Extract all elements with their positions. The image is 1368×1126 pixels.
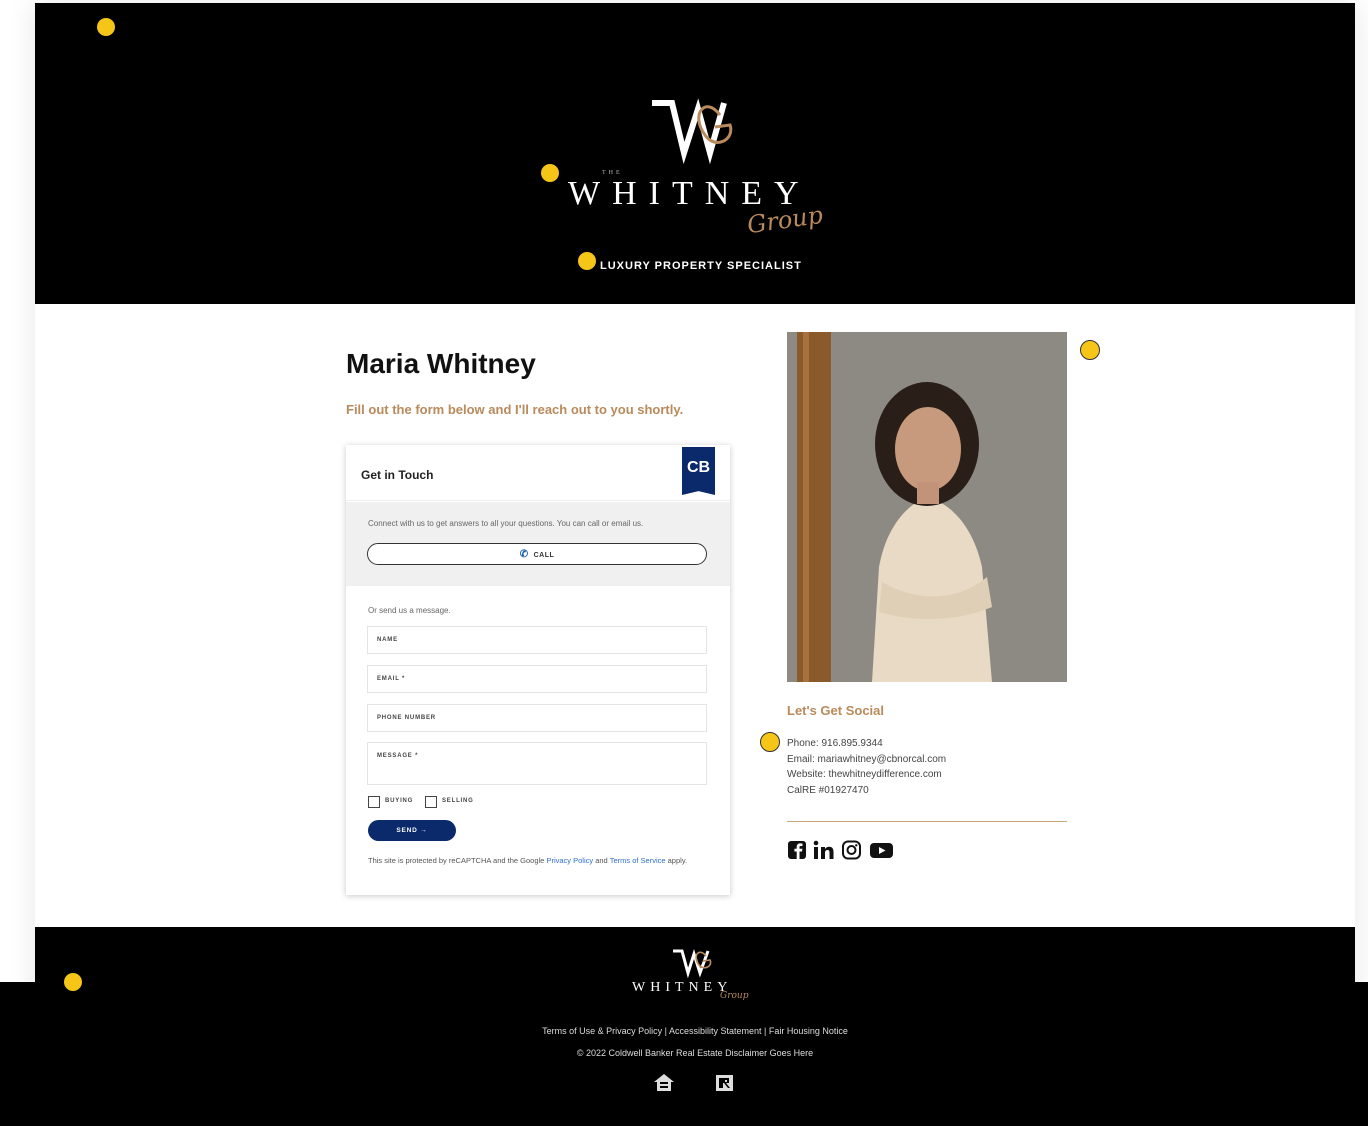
highlight-marker	[760, 732, 780, 752]
send-button[interactable]: SEND →	[368, 820, 456, 841]
call-prompt: Connect with us to get answers to all yo…	[368, 519, 644, 528]
email-field[interactable]: EMAIL *	[367, 665, 707, 693]
card-header: Get in Touch CB	[346, 445, 730, 501]
contact-info: Phone: 916.895.9344 Email: mariawhitney@…	[787, 736, 946, 798]
footer-links[interactable]: Terms of Use & Privacy Policy | Accessib…	[35, 1026, 1355, 1036]
send-label: SEND	[396, 827, 418, 834]
message-placeholder: MESSAGE *	[377, 753, 419, 759]
phone-text[interactable]: Phone: 916.895.9344	[787, 736, 946, 752]
footer-logo-wordmark: WHITNEY	[632, 980, 733, 995]
footer-icons	[650, 1072, 750, 1094]
linkedin-icon[interactable]	[813, 839, 835, 861]
intro-text: Fill out the form below and I'll reach o…	[346, 402, 684, 417]
legal-suffix: apply.	[667, 856, 688, 865]
agent-portrait	[787, 332, 1067, 682]
message-field[interactable]: MESSAGE *	[367, 742, 707, 785]
site-header: THE WHITNEY Group LUXURY PROPERTY SPECIA…	[35, 3, 1355, 304]
realtor-icon	[716, 1075, 733, 1091]
name-field[interactable]: NAME	[367, 626, 707, 654]
website-text[interactable]: Website: thewhitneydifference.com	[787, 767, 946, 783]
equal-housing-icon	[654, 1074, 674, 1091]
buying-label: BUYING	[385, 798, 414, 804]
youtube-icon[interactable]	[869, 839, 895, 861]
card-title: Get in Touch	[361, 468, 434, 482]
coldwell-banker-badge-icon: CB	[682, 447, 715, 495]
terms-of-service-link[interactable]: Terms of Service	[610, 856, 666, 865]
phone-placeholder: PHONE NUMBER	[377, 715, 436, 721]
buying-checkbox[interactable]	[368, 796, 380, 808]
name-placeholder: NAME	[377, 637, 398, 643]
email-placeholder: EMAIL *	[377, 676, 406, 682]
selling-label: SELLING	[442, 798, 474, 804]
email-text[interactable]: Email: mariawhitney@cbnorcal.com	[787, 752, 946, 768]
license-text: CalRE #01927470	[787, 784, 869, 796]
call-section: Connect with us to get answers to all yo…	[346, 502, 730, 586]
highlight-marker	[64, 973, 82, 991]
legal-and: and	[595, 856, 608, 865]
privacy-policy-link[interactable]: Privacy Policy	[546, 856, 593, 865]
legal-prefix: This site is protected by reCAPTCHA and …	[368, 856, 545, 865]
call-button[interactable]: ✆ CALL	[367, 543, 707, 565]
instagram-icon[interactable]	[841, 839, 863, 861]
divider	[787, 821, 1067, 822]
footer-copyright: © 2022 Coldwell Banker Real Estate Discl…	[576, 1048, 814, 1058]
recaptcha-notice: This site is protected by reCAPTCHA and …	[368, 854, 708, 868]
page-frame: THE WHITNEY Group LUXURY PROPERTY SPECIA…	[35, 3, 1355, 1126]
header-tagline: LUXURY PROPERTY SPECIALIST	[600, 260, 802, 272]
footer-logo-script: Group	[720, 991, 749, 1001]
call-label: CALL	[533, 552, 555, 559]
site-footer: WHITNEY Group Terms of Use & Privacy Pol…	[35, 927, 1355, 1126]
facebook-icon[interactable]	[787, 839, 809, 861]
phone-field[interactable]: PHONE NUMBER	[367, 704, 707, 732]
phone-icon: ✆	[519, 549, 529, 560]
message-prompt: Or send us a message.	[368, 606, 451, 615]
highlight-marker	[97, 18, 115, 36]
agent-name: Maria Whitney	[346, 348, 536, 379]
highlight-marker	[1080, 340, 1100, 360]
selling-checkbox[interactable]	[425, 796, 437, 808]
arrow-right-icon: →	[420, 827, 428, 834]
footer-monogram-logo[interactable]	[672, 947, 716, 981]
contact-card: Get in Touch CB Connect with us to get a…	[346, 445, 730, 895]
highlight-marker	[541, 164, 559, 182]
highlight-marker	[578, 252, 596, 270]
whitney-monogram-logo[interactable]	[650, 95, 740, 175]
social-title: Let's Get Social	[787, 703, 885, 718]
